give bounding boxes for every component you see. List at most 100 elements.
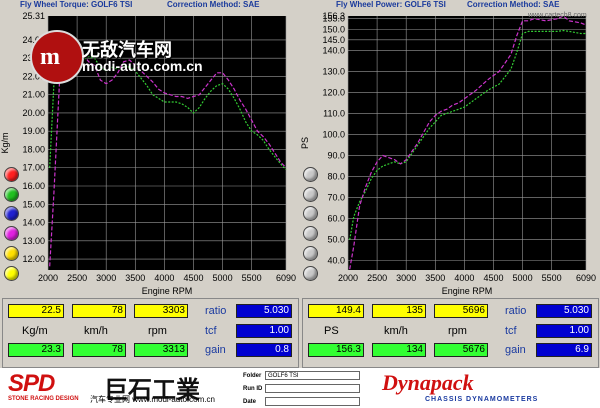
torque-peak-rpm-box: 3313 <box>134 343 188 357</box>
folder-label: Folder <box>243 373 262 379</box>
power-y-tick-label: 140.0 <box>322 45 345 55</box>
dynapack-logo: Dynapack <box>382 370 474 395</box>
power-gain-box: 6.9 <box>536 343 592 357</box>
power-y-tick-label: 110.0 <box>323 108 345 118</box>
torque-tcf-box: 1.00 <box>236 324 292 338</box>
bottom-watermark: 汽车专业网 www.modi-auto.com.cn <box>90 395 215 404</box>
torque-y-tick-label: 21.00 <box>22 90 45 100</box>
power-x-tick-label: 5000 <box>513 273 533 283</box>
torque-speed-box: 78 <box>72 304 126 318</box>
torque-ratio-label: ratio <box>205 305 227 317</box>
power-x-tick-label: 2000 <box>338 273 358 283</box>
power-speed-unit-label: km/h <box>384 325 408 337</box>
torque-x-tick-label: 2000 <box>38 273 58 283</box>
torque-gain-box: 0.8 <box>236 343 292 357</box>
power-y-tick-label: 60.0 <box>327 214 345 224</box>
power-rpm-unit-label: rpm <box>448 325 467 337</box>
torque-y-axis-label: Kg/m <box>0 132 10 153</box>
torque-ratio-box: 5.030 <box>236 304 292 318</box>
torque-rpm-unit-label: rpm <box>148 325 167 337</box>
torque-speed-unit-label: km/h <box>84 325 108 337</box>
series-select-red[interactable] <box>4 167 19 182</box>
power-tcf-label: tcf <box>505 325 517 337</box>
power-top-label: 156.3 <box>322 11 345 21</box>
date-field[interactable] <box>265 397 360 406</box>
power-x-axis-label: Engine RPM <box>442 286 493 296</box>
torque-tcf-label: tcf <box>205 325 217 337</box>
power-y-tick-label: 70.0 <box>327 193 345 203</box>
power-x-tick-label: 3500 <box>425 273 445 283</box>
torque-x-tick-label: 5000 <box>213 273 233 283</box>
torque-rpm-box: 3303 <box>134 304 188 318</box>
power-y-tick-label: 145.0 <box>322 35 345 45</box>
torque-peak-speed-box: 78 <box>72 343 126 357</box>
power-x-tick-label: 4000 <box>454 273 474 283</box>
power-y-tick-label: 90.0 <box>327 151 345 161</box>
power-y-tick-label: 130.0 <box>322 66 345 76</box>
series-select-magenta[interactable] <box>4 226 19 241</box>
date-label: Date <box>243 399 257 405</box>
torque-y-tick-label: 14.00 <box>22 218 45 228</box>
series-select-yellow[interactable] <box>4 266 19 281</box>
watermark-site: modi-auto.com.cn <box>82 58 203 74</box>
torque-y-tick-label: 17.00 <box>22 163 45 173</box>
footer-bar: SPD 巨石工業 STONE RACING DESIGN 汽车专业网 www.m… <box>0 368 600 408</box>
power-ratio-box: 5.030 <box>536 304 592 318</box>
power-y-axis-label: PS <box>300 137 310 149</box>
corner-watermark: www.cartech8.com <box>528 12 587 19</box>
power-value-box: 149.4 <box>308 304 364 318</box>
power-gain-label: gain <box>505 344 526 356</box>
series-select-cyan[interactable] <box>4 246 19 261</box>
power-series-select-4[interactable] <box>303 226 318 241</box>
power-peak-rpm-box: 5676 <box>434 343 488 357</box>
torque-y-tick-label: 18.00 <box>22 144 45 154</box>
torque-peak-box: 23.3 <box>8 343 64 357</box>
power-x-tick-label: 2500 <box>367 273 387 283</box>
power-y-tick-label: 80.0 <box>327 172 345 182</box>
spd-logo: SPD <box>8 370 55 397</box>
power-peak-box: 156.3 <box>308 343 364 357</box>
power-x-tick-label: 4500 <box>483 273 503 283</box>
torque-x-tick-label: 4000 <box>154 273 174 283</box>
torque-x-tick-label: 6090 <box>276 273 296 283</box>
torque-y-tick-label: 16.00 <box>22 181 45 191</box>
run-id-label: Run ID <box>243 386 263 392</box>
power-tcf-box: 1.00 <box>536 324 592 338</box>
power-plot-area <box>348 16 586 270</box>
power-series-select-5[interactable] <box>303 246 318 261</box>
torque-top-label: 25.31 <box>22 11 45 21</box>
torque-x-tick-label: 4500 <box>183 273 203 283</box>
torque-x-tick-label: 3500 <box>125 273 145 283</box>
power-x-tick-label: 5500 <box>542 273 562 283</box>
folder-field[interactable]: GOLF6 TSI <box>265 371 360 380</box>
power-unit-label: PS <box>324 325 339 337</box>
dynapack-subtitle: CHASSIS DYNAMOMETERS <box>425 396 539 403</box>
power-speed-box: 135 <box>372 304 426 318</box>
torque-y-tick-label: 13.00 <box>22 236 45 246</box>
power-y-tick-label: 120.0 <box>322 87 345 97</box>
torque-x-tick-label: 5500 <box>242 273 262 283</box>
power-series-select-1[interactable] <box>303 167 318 182</box>
watermark-logo-icon: m <box>30 30 84 84</box>
torque-x-tick-label: 2500 <box>67 273 87 283</box>
power-y-tick-label: 50.0 <box>327 235 345 245</box>
torque-x-axis-label: Engine RPM <box>142 286 193 296</box>
torque-x-tick-label: 3000 <box>96 273 116 283</box>
spd-subtitle: STONE RACING DESIGN <box>8 396 79 402</box>
torque-gain-label: gain <box>205 344 226 356</box>
torque-y-tick-label: 15.00 <box>22 199 45 209</box>
power-x-tick-label: 3000 <box>396 273 416 283</box>
power-chart: 2000 2500 3000 3500 4000 4500 5000 5500 6090 40.0… <box>300 11 596 296</box>
power-y-tick-label: 40.0 <box>327 256 345 266</box>
power-series-select-6[interactable] <box>303 266 318 281</box>
series-select-green[interactable] <box>4 187 19 202</box>
power-y-tick-label: 150.0 <box>322 24 345 34</box>
run-id-field[interactable] <box>265 384 360 393</box>
power-series-select-3[interactable] <box>303 206 318 221</box>
power-series-select-2[interactable] <box>303 187 318 202</box>
torque-y-tick-label: 20.00 <box>22 108 45 118</box>
power-rpm-box: 5696 <box>434 304 488 318</box>
series-select-blue[interactable] <box>4 206 19 221</box>
power-y-tick-label: 100.0 <box>322 129 345 139</box>
torque-y-tick-label: 12.00 <box>22 254 45 264</box>
